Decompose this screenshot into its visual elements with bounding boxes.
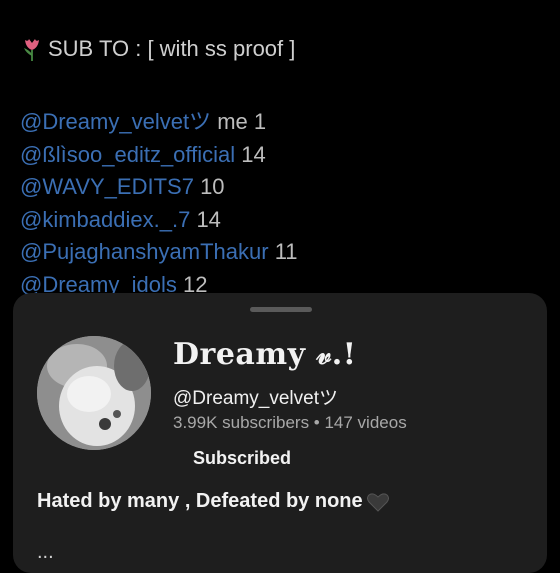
- mention-count: 10: [200, 174, 225, 199]
- list-item: @PujaghanshyamThakur 11: [20, 236, 298, 269]
- channel-stats: 3.99K subscribers • 147 videos: [173, 413, 407, 432]
- channel-name[interactable]: Dreamy 𝓋.!: [173, 337, 356, 372]
- avatar[interactable]: [37, 336, 151, 450]
- mention-link[interactable]: @WAVY_EDITS7: [20, 174, 194, 199]
- tulip-icon: [20, 36, 44, 62]
- channel-bottom-sheet: Dreamy 𝓋.! @Dreamy_velvetツ 3.99K subscri…: [13, 293, 547, 573]
- list-item: @kimbaddiex._.7 14: [20, 204, 298, 237]
- mention-count: me 1: [217, 109, 267, 134]
- mention-link[interactable]: @kimbaddiex._.7: [20, 207, 190, 232]
- mention-count: 14: [241, 141, 266, 167]
- post-content: SUB TO : [ with ss proof ] @Dreamy_velve…: [0, 0, 560, 300]
- mention-count: 11: [274, 239, 298, 264]
- mention-link[interactable]: @PujaghanshyamThakur: [20, 239, 269, 264]
- list-item: @ßlìsoo_editz_official 14: [20, 139, 298, 172]
- channel-handle: @Dreamy_velvetツ: [173, 388, 338, 409]
- mention-list: @Dreamy_velvetツ me 1 @ßlìsoo_editz_offic…: [20, 106, 298, 301]
- list-item: @Dreamy_velvetツ me 1: [20, 106, 298, 139]
- more-text[interactable]: ...: [37, 541, 54, 564]
- post-header-text: SUB TO : [ with ss proof ]: [48, 36, 296, 61]
- post-header: SUB TO : [ with ss proof ]: [20, 36, 295, 62]
- mention-link[interactable]: @Dreamy_velvetツ: [20, 109, 211, 134]
- mention-count: 14: [196, 206, 221, 232]
- list-item: @WAVY_EDITS7 10: [20, 171, 298, 204]
- black-heart-icon: [366, 492, 389, 512]
- bio-text: Hated by many , Defeated by none: [37, 490, 363, 512]
- channel-bio: Hated by many , Defeated by none: [37, 490, 389, 513]
- subscribed-button[interactable]: Subscribed: [178, 443, 306, 473]
- drag-handle[interactable]: [250, 307, 312, 312]
- mention-link[interactable]: @ßlìsoo_editz_official: [20, 142, 235, 167]
